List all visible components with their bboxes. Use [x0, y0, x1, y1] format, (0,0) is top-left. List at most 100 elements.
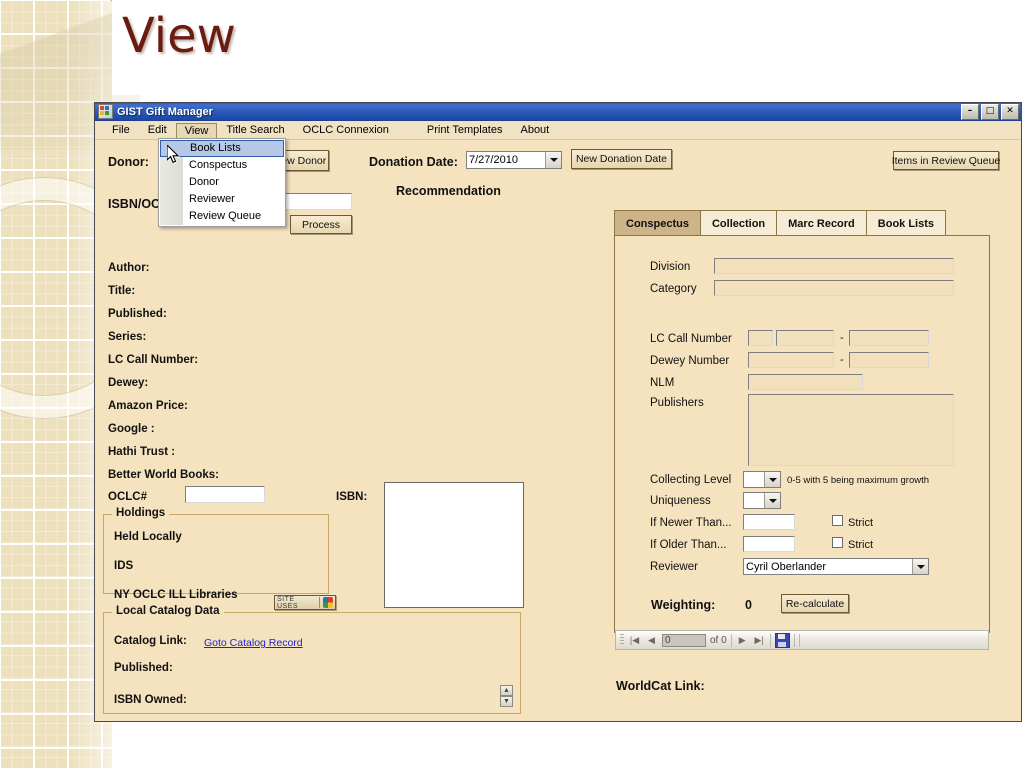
nav-divider-1 — [730, 633, 732, 647]
if-newer-than-input[interactable] — [743, 514, 795, 530]
better-world-books-label: Better World Books: — [108, 469, 219, 481]
chevron-down-icon[interactable] — [764, 493, 780, 508]
stepper-up-icon[interactable]: ▲ — [500, 685, 513, 696]
view-menu-item-review-queue[interactable]: Review Queue — [159, 208, 285, 225]
tab-conspectus[interactable]: Conspectus — [614, 210, 701, 236]
local-published-label: Published: — [114, 662, 173, 674]
division-input[interactable] — [714, 258, 954, 274]
save-disk-icon[interactable] — [774, 632, 790, 648]
chevron-down-icon[interactable] — [912, 559, 928, 574]
menu-edit[interactable]: Edit — [139, 122, 176, 138]
holdings-title: Holdings — [112, 507, 170, 519]
minimize-button[interactable]: – — [961, 103, 979, 120]
oclc-number-label: OCLC# — [108, 491, 147, 503]
dewey-to-input[interactable] — [849, 352, 929, 368]
menu-title-search[interactable]: Title Search — [217, 122, 293, 138]
hathi-trust-label: Hathi Trust : — [108, 446, 176, 458]
title-label: Title: — [108, 285, 136, 297]
nlm-label: NLM — [650, 377, 675, 389]
worldcat-link-label: WorldCat Link: — [616, 679, 705, 693]
isbn-owned-stepper[interactable]: ▲ ▼ — [500, 685, 513, 707]
items-in-review-queue-button[interactable]: Items in Review Queue — [892, 151, 1000, 170]
next-record-button[interactable]: ▶ — [736, 634, 749, 647]
reviewer-label: Reviewer — [650, 561, 698, 573]
category-label: Category — [650, 283, 697, 295]
held-locally-label: Held Locally — [114, 531, 182, 543]
author-label: Author: — [108, 262, 150, 274]
if-older-strict-label: Strict — [848, 539, 874, 551]
isbn-owned-label: ISBN Owned: — [114, 694, 187, 706]
nav-grip — [620, 634, 624, 646]
tab-collection[interactable]: Collection — [699, 210, 778, 236]
new-donation-date-button[interactable]: New Donation Date — [571, 149, 672, 169]
lc-call-to-input[interactable] — [849, 330, 929, 346]
site-uses-button[interactable]: SITE USES — [274, 595, 336, 610]
window-controls: – □ ✕ — [961, 103, 1021, 120]
stepper-down-icon[interactable]: ▼ — [500, 696, 513, 707]
collecting-level-combo[interactable] — [743, 471, 781, 488]
menu-print-templates[interactable]: Print Templates — [418, 122, 512, 138]
menu-view[interactable]: View — [175, 122, 218, 138]
maximize-button[interactable]: □ — [981, 103, 999, 120]
menu-oclc-connexion[interactable]: OCLC Connexion — [294, 122, 398, 138]
chevron-down-icon[interactable] — [764, 472, 780, 487]
menu-about[interactable]: About — [511, 122, 558, 138]
menu-file[interactable]: File — [103, 122, 139, 138]
record-navigation-bar: |◀ ◀ 0 of 0 ▶ ▶| — [615, 630, 989, 650]
if-newer-than-label: If Newer Than... — [650, 517, 732, 529]
chevron-down-icon[interactable] — [545, 152, 561, 168]
reviewer-combo[interactable]: Cyril Oberlander — [743, 558, 929, 575]
recalculate-button[interactable]: Re-calculate — [781, 594, 849, 613]
donation-date-combo[interactable]: 7/27/2010 — [466, 151, 562, 169]
holdings-group: Holdings Held Locally IDS NY OCLC ILL Li… — [103, 507, 336, 610]
nav-divider-4 — [798, 633, 800, 647]
window-titlebar: GIST Gift Manager – □ ✕ — [95, 103, 1021, 121]
if-newer-strict-label: Strict — [848, 517, 874, 529]
nlm-input[interactable] — [748, 374, 863, 390]
nav-divider-3 — [793, 633, 795, 647]
donor-label: Donor: — [108, 155, 149, 169]
process-button[interactable]: Process — [290, 215, 352, 234]
oclc-number-input[interactable] — [185, 486, 265, 503]
view-menu-item-reviewer[interactable]: Reviewer — [159, 191, 285, 208]
if-older-than-label: If Older Than... — [650, 539, 727, 551]
last-record-button[interactable]: ▶| — [753, 634, 766, 647]
record-count-label: of 0 — [710, 634, 727, 646]
dewey-dash: - — [840, 354, 844, 366]
background-top-white — [112, 0, 1024, 95]
close-button[interactable]: ✕ — [1001, 103, 1019, 120]
dewey-number-label: Dewey Number — [650, 355, 730, 367]
tab-book-lists[interactable]: Book Lists — [865, 210, 947, 236]
isbn-oclc-input[interactable] — [284, 193, 352, 210]
tab-marc-record[interactable]: Marc Record — [776, 210, 867, 236]
first-record-button[interactable]: |◀ — [628, 634, 641, 647]
if-older-than-input[interactable] — [743, 536, 795, 552]
view-menu-item-donor[interactable]: Donor — [159, 174, 285, 191]
previous-record-button[interactable]: ◀ — [645, 634, 658, 647]
ny-oclc-ill-libraries-label: NY OCLC ILL Libraries — [114, 589, 238, 601]
isbn-label: ISBN: — [336, 491, 368, 503]
reviewer-value: Cyril Oberlander — [746, 560, 827, 573]
slide-canvas: View GIST Gift Manager – □ ✕ File Edit V… — [0, 0, 1024, 768]
division-label: Division — [650, 261, 691, 273]
google-label: Google : — [108, 423, 155, 435]
collecting-level-label: Collecting Level — [650, 474, 732, 486]
colored-squares-icon — [322, 597, 333, 608]
publishers-textarea[interactable] — [748, 394, 954, 466]
amazon-price-label: Amazon Price: — [108, 400, 188, 412]
lc-call-prefix-input[interactable] — [748, 330, 773, 346]
if-older-strict-checkbox[interactable] — [832, 537, 843, 548]
published-label: Published: — [108, 308, 167, 320]
category-input[interactable] — [714, 280, 954, 296]
lc-call-from-input[interactable] — [776, 330, 834, 346]
uniqueness-combo[interactable] — [743, 492, 781, 509]
page-title: View — [122, 8, 236, 64]
weighting-value: 0 — [745, 598, 752, 612]
uniqueness-label: Uniqueness — [650, 495, 711, 507]
lc-call-number-label: LC Call Number: — [108, 354, 199, 366]
site-uses-label: SITE USES — [277, 595, 299, 610]
if-newer-strict-checkbox[interactable] — [832, 515, 843, 526]
dewey-from-input[interactable] — [748, 352, 834, 368]
goto-catalog-record-link[interactable]: Goto Catalog Record — [204, 637, 303, 649]
record-position-input[interactable]: 0 — [662, 633, 706, 647]
